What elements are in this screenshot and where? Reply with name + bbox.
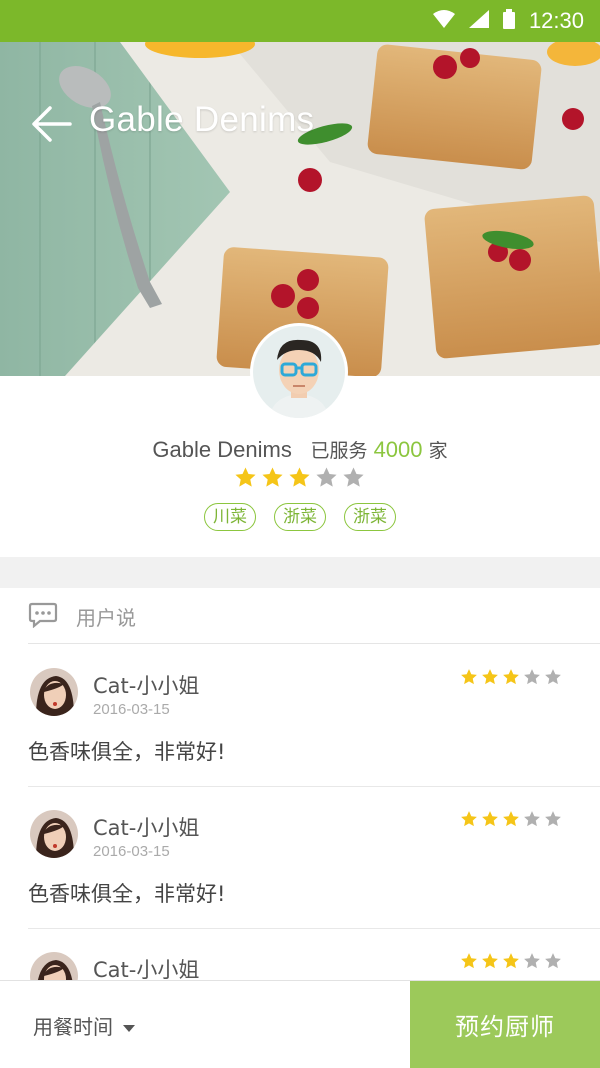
cuisine-tag[interactable]: 川菜 bbox=[204, 503, 256, 531]
review-item[interactable]: Cat-小小姐 bbox=[0, 928, 600, 980]
star-icon bbox=[461, 811, 477, 827]
cuisine-tag[interactable]: 浙菜 bbox=[344, 503, 396, 531]
star-icon bbox=[262, 467, 283, 487]
reviewer-avatar[interactable] bbox=[30, 810, 78, 858]
star-icon bbox=[482, 669, 498, 685]
reviews-title: 用户说 bbox=[76, 606, 136, 630]
star-icon bbox=[503, 669, 519, 685]
reviews-section: 用户说 Cat-小小姐 2016-03-15 色香味俱全，非常好! Cat-小小… bbox=[0, 588, 600, 980]
battery-icon bbox=[502, 9, 515, 33]
star-icon bbox=[482, 811, 498, 827]
reviewer-name: Cat-小小姐 bbox=[93, 958, 200, 980]
star-icon bbox=[461, 953, 477, 969]
served-suffix: 家 bbox=[428, 440, 448, 462]
review-comment: 色香味俱全，非常好! bbox=[28, 740, 226, 764]
reviewer-avatar[interactable] bbox=[30, 952, 78, 980]
chef-avatar[interactable] bbox=[253, 326, 345, 418]
star-icon bbox=[461, 669, 477, 685]
meal-time-label: 用餐时间 bbox=[33, 1015, 113, 1039]
signal-icon bbox=[468, 10, 489, 32]
star-icon bbox=[545, 953, 561, 969]
chat-bubble-icon bbox=[28, 602, 58, 632]
reviewer-avatar[interactable] bbox=[30, 668, 78, 716]
star-icon bbox=[503, 953, 519, 969]
bottom-bar: 用餐时间 预约厨师 bbox=[0, 980, 600, 1068]
served-info: 已服务 4000 家 bbox=[310, 437, 448, 462]
chef-rating bbox=[234, 466, 365, 489]
cuisine-tag[interactable]: 浙菜 bbox=[274, 503, 326, 531]
meal-time-select[interactable]: 用餐时间 bbox=[33, 1011, 135, 1040]
back-button[interactable] bbox=[30, 104, 72, 144]
chef-info-line: Gable Denims 已服务 4000 家 bbox=[0, 436, 600, 463]
review-date: 2016-03-15 bbox=[93, 843, 170, 860]
reviews-header: 用户说 bbox=[0, 588, 600, 643]
reviewer-name: Cat-小小姐 bbox=[93, 816, 200, 840]
star-icon bbox=[524, 811, 540, 827]
review-comment: 色香味俱全，非常好! bbox=[28, 882, 226, 906]
star-icon bbox=[289, 467, 310, 487]
page-title: Gable Denims bbox=[89, 100, 315, 139]
back-arrow-icon bbox=[32, 106, 72, 142]
review-rating bbox=[460, 952, 562, 970]
star-icon bbox=[545, 811, 561, 827]
review-rating bbox=[460, 810, 562, 828]
star-icon bbox=[316, 467, 337, 487]
status-time: 12:30 bbox=[528, 8, 584, 33]
star-icon bbox=[343, 467, 364, 487]
review-date: 2016-03-15 bbox=[93, 701, 170, 718]
status-bar: 12:30 bbox=[0, 0, 600, 42]
reviewer-name: Cat-小小姐 bbox=[93, 674, 200, 698]
star-icon bbox=[235, 467, 256, 487]
wifi-icon bbox=[432, 10, 455, 32]
chef-name: Gable Denims bbox=[152, 437, 292, 462]
cuisine-tags: 川菜 浙菜 浙菜 bbox=[0, 503, 600, 531]
review-rating bbox=[460, 668, 562, 686]
star-icon bbox=[524, 669, 540, 685]
review-item[interactable]: Cat-小小姐 2016-03-15 色香味俱全，非常好! bbox=[0, 644, 600, 787]
star-icon bbox=[482, 953, 498, 969]
book-chef-button[interactable]: 预约厨师 bbox=[410, 981, 600, 1068]
star-icon bbox=[503, 811, 519, 827]
review-item[interactable]: Cat-小小姐 2016-03-15 色香味俱全，非常好! bbox=[0, 786, 600, 929]
star-icon bbox=[545, 669, 561, 685]
star-icon bbox=[524, 953, 540, 969]
caret-down-icon bbox=[123, 1014, 135, 1038]
served-count: 4000 bbox=[373, 437, 423, 462]
served-prefix: 已服务 bbox=[310, 440, 368, 462]
